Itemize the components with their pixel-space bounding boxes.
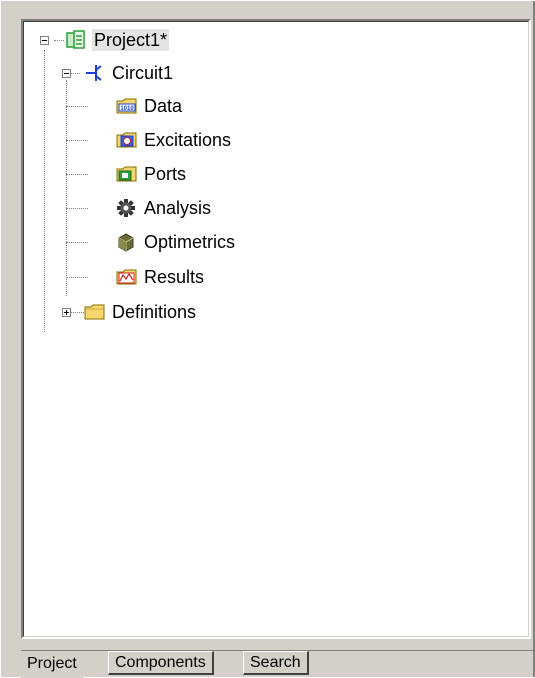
tree-connector bbox=[70, 312, 84, 313]
tab-search-label: Search bbox=[250, 654, 301, 671]
tab-components-label: Components bbox=[115, 654, 206, 671]
tree-connector bbox=[66, 242, 88, 243]
tree-node-excitations[interactable]: Excitations bbox=[116, 128, 233, 152]
results-folder-icon bbox=[116, 267, 137, 287]
panel-tabs: Project Components Search bbox=[21, 651, 533, 678]
circuit-icon bbox=[84, 63, 104, 83]
tree-connector bbox=[44, 50, 45, 332]
ports-folder-icon bbox=[116, 164, 137, 184]
tree-node-definitions[interactable]: Definitions bbox=[84, 300, 198, 324]
data-label: Data bbox=[144, 96, 183, 116]
svg-text:1010: 1010 bbox=[120, 106, 134, 112]
project-tree[interactable]: Project1* Circuit1 1010 Data Excitations… bbox=[23, 21, 529, 637]
project-manager-panel: Project1* Circuit1 1010 Data Excitations… bbox=[0, 0, 535, 678]
tree-connector bbox=[70, 73, 80, 74]
tree-node-circuit[interactable]: Circuit1 bbox=[84, 61, 175, 85]
tab-project-label: Project bbox=[27, 655, 77, 672]
circuit-label: Circuit1 bbox=[112, 63, 174, 83]
tree-connector bbox=[66, 106, 88, 107]
tree-node-ports[interactable]: Ports bbox=[116, 162, 188, 186]
ports-label: Ports bbox=[144, 164, 187, 184]
tree-connector bbox=[66, 80, 67, 296]
tree-connector bbox=[66, 140, 88, 141]
data-folder-icon: 1010 bbox=[116, 96, 137, 116]
collapse-project-toggle[interactable] bbox=[40, 36, 49, 45]
excitations-label: Excitations bbox=[144, 130, 232, 150]
optimetrics-icon bbox=[116, 232, 136, 252]
tab-search[interactable]: Search bbox=[243, 651, 309, 675]
excitations-folder-icon bbox=[116, 130, 137, 150]
project-label: Project1* bbox=[92, 29, 170, 51]
project-tree-frame: Project1* Circuit1 1010 Data Excitations… bbox=[21, 19, 531, 639]
tree-connector bbox=[54, 40, 64, 41]
tab-components[interactable]: Components bbox=[108, 651, 214, 675]
tab-project[interactable]: Project bbox=[21, 653, 83, 678]
analysis-label: Analysis bbox=[144, 198, 212, 218]
collapse-circuit-toggle[interactable] bbox=[62, 69, 71, 78]
optimetrics-label: Optimetrics bbox=[144, 232, 236, 252]
tree-node-analysis[interactable]: Analysis bbox=[116, 196, 213, 220]
tree-node-project[interactable]: Project1* bbox=[66, 28, 170, 52]
tree-node-results[interactable]: Results bbox=[116, 265, 206, 289]
project-icon bbox=[66, 30, 86, 50]
tree-node-optimetrics[interactable]: Optimetrics bbox=[116, 230, 237, 254]
tree-connector bbox=[66, 277, 88, 278]
tree-node-data[interactable]: 1010 Data bbox=[116, 94, 184, 118]
tree-connector bbox=[66, 208, 88, 209]
folder-icon bbox=[84, 302, 105, 322]
tree-connector bbox=[66, 174, 88, 175]
analysis-gear-icon bbox=[116, 198, 136, 218]
definitions-label: Definitions bbox=[112, 302, 197, 322]
expand-definitions-toggle[interactable] bbox=[62, 308, 71, 317]
results-label: Results bbox=[144, 267, 205, 287]
